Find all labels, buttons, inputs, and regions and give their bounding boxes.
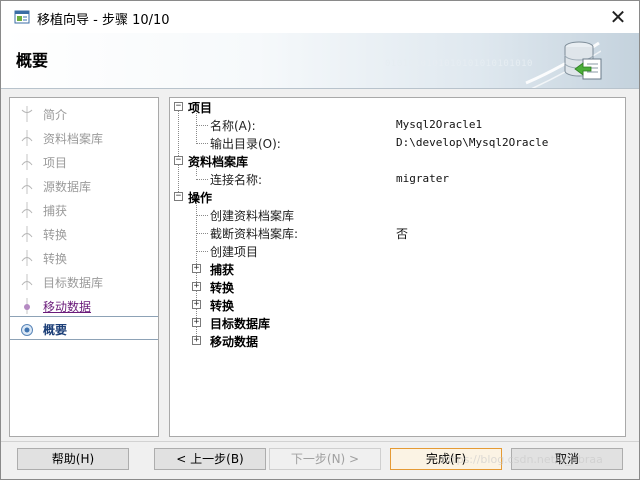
tree-item-connection: 连接名称: migrater — [170, 170, 625, 188]
tree-group-capture[interactable]: + 捕获 — [170, 260, 625, 278]
step-label: 项目 — [43, 156, 68, 170]
page-heading: 概要 — [16, 51, 49, 70]
expand-icon[interactable]: + — [192, 282, 201, 291]
step-label: 转换 — [43, 228, 68, 242]
finish-button[interactable]: 完成(F) — [390, 448, 502, 470]
step-node-icon — [21, 130, 33, 146]
section-title: 项目 — [188, 101, 213, 115]
wizard-window: 移植向导 - 步骤 10/10 ✕ 概要 0101010101010101010… — [0, 0, 640, 480]
step-node-icon — [21, 250, 33, 266]
tree-item-create-project: 创建项目 — [170, 242, 625, 260]
step-item-target-db[interactable]: 目标数据库 — [10, 270, 158, 294]
expand-icon[interactable]: + — [192, 336, 201, 345]
item-label: 创建项目 — [210, 245, 259, 259]
step-node-icon — [21, 274, 33, 290]
tree-guide — [196, 143, 208, 144]
tree-group-move-data[interactable]: + 移动数据 — [170, 332, 625, 350]
group-title: 转换 — [210, 299, 235, 313]
section-title: 操作 — [188, 191, 213, 205]
step-label: 移动数据 — [43, 300, 92, 314]
group-title: 移动数据 — [210, 335, 259, 349]
group-title: 转换 — [210, 281, 235, 295]
step-label: 资料档案库 — [43, 132, 104, 146]
help-button[interactable]: 帮助(H) — [17, 448, 129, 470]
step-item-source-db[interactable]: 源数据库 — [10, 174, 158, 198]
step-label: 捕获 — [43, 204, 68, 218]
tree-guide — [196, 125, 208, 126]
step-label: 转换 — [43, 252, 68, 266]
tree-item-name: 名称(A): Mysql2Oracle1 — [170, 116, 625, 134]
next-button[interactable]: 下一步(N) > — [269, 448, 381, 470]
step-label: 目标数据库 — [43, 276, 104, 290]
step-item-summary[interactable]: 概要 — [10, 316, 158, 340]
tree-item-create-repo: 创建资料档案库 — [170, 206, 625, 224]
step-node-icon — [21, 154, 33, 170]
step-node-icon — [24, 298, 30, 314]
tree-group-convert[interactable]: + 转换 — [170, 278, 625, 296]
tree-group-target-db[interactable]: + 目标数据库 — [170, 314, 625, 332]
item-value: migrater — [396, 172, 449, 185]
item-label: 名称(A): — [210, 119, 256, 133]
summary-tree: − 项目 名称(A): Mysql2Oracle1 输出目录(O): D:\de… — [169, 97, 626, 437]
tree-group-translate[interactable]: + 转换 — [170, 296, 625, 314]
current-step-icon — [21, 324, 33, 336]
group-title: 目标数据库 — [210, 317, 271, 331]
step-node-icon — [21, 226, 33, 242]
step-label: 简介 — [43, 108, 68, 122]
collapse-icon[interactable]: − — [174, 192, 183, 201]
tree-item-output-dir: 输出目录(O): D:\develop\Mysql2Oracle — [170, 134, 625, 152]
step-label: 源数据库 — [43, 180, 92, 194]
step-item-project[interactable]: 项目 — [10, 150, 158, 174]
tree-guide — [196, 251, 208, 252]
item-label: 连接名称: — [210, 173, 263, 187]
step-item-translate[interactable]: 转换 — [10, 246, 158, 270]
back-button[interactable]: < 上一步(B) — [154, 448, 266, 470]
section-title: 资料档案库 — [188, 155, 249, 169]
header-banner: 概要 0101010101010101010101010 — [1, 33, 639, 89]
tree-item-truncate-repo: 截断资料档案库: 否 — [170, 224, 625, 242]
close-icon[interactable]: ✕ — [605, 4, 631, 30]
database-migrate-icon — [564, 41, 602, 80]
item-value: 否 — [396, 227, 409, 241]
step-item-repository[interactable]: 资料档案库 — [10, 126, 158, 150]
expand-icon[interactable]: + — [192, 318, 201, 327]
tree-section-operations[interactable]: − 操作 — [170, 188, 625, 206]
collapse-icon[interactable]: − — [174, 156, 183, 165]
cancel-button[interactable]: 取消 — [511, 448, 623, 470]
binary-decoration: 0101010101010101010101010 — [385, 59, 533, 69]
step-item-intro[interactable]: 简介 — [10, 102, 158, 126]
step-item-capture[interactable]: 捕获 — [10, 198, 158, 222]
step-item-convert[interactable]: 转换 — [10, 222, 158, 246]
item-label: 输出目录(O): — [210, 137, 281, 151]
tree-guide — [196, 179, 208, 180]
wizard-steps-pane: 简介 资料档案库 项目 源数据库 捕获 转换 转换 目标数据库 移动数据 概要 — [9, 97, 159, 437]
step-node-icon — [21, 106, 33, 122]
item-label: 创建资料档案库 — [210, 209, 295, 223]
app-icon — [14, 10, 30, 24]
tree-section-repository[interactable]: − 资料档案库 — [170, 152, 625, 170]
step-item-move-data[interactable]: 移动数据 — [10, 294, 158, 318]
expand-icon[interactable]: + — [192, 300, 201, 309]
tree-guide — [196, 215, 208, 216]
window-title: 移植向导 - 步骤 10/10 — [37, 13, 170, 28]
tree-section-project[interactable]: − 项目 — [170, 98, 625, 116]
item-value: Mysql2Oracle1 — [396, 118, 483, 131]
step-node-icon — [21, 178, 33, 194]
step-node-icon — [21, 202, 33, 218]
title-bar: 移植向导 - 步骤 10/10 ✕ — [1, 1, 639, 33]
group-title: 捕获 — [210, 263, 235, 277]
expand-icon[interactable]: + — [192, 264, 201, 273]
collapse-icon[interactable]: − — [174, 102, 183, 111]
button-bar-divider — [1, 441, 639, 442]
item-label: 截断资料档案库: — [210, 227, 299, 241]
tree-guide — [196, 233, 208, 234]
item-value: D:\develop\Mysql2Oracle — [396, 136, 549, 149]
step-label: 概要 — [43, 323, 68, 337]
